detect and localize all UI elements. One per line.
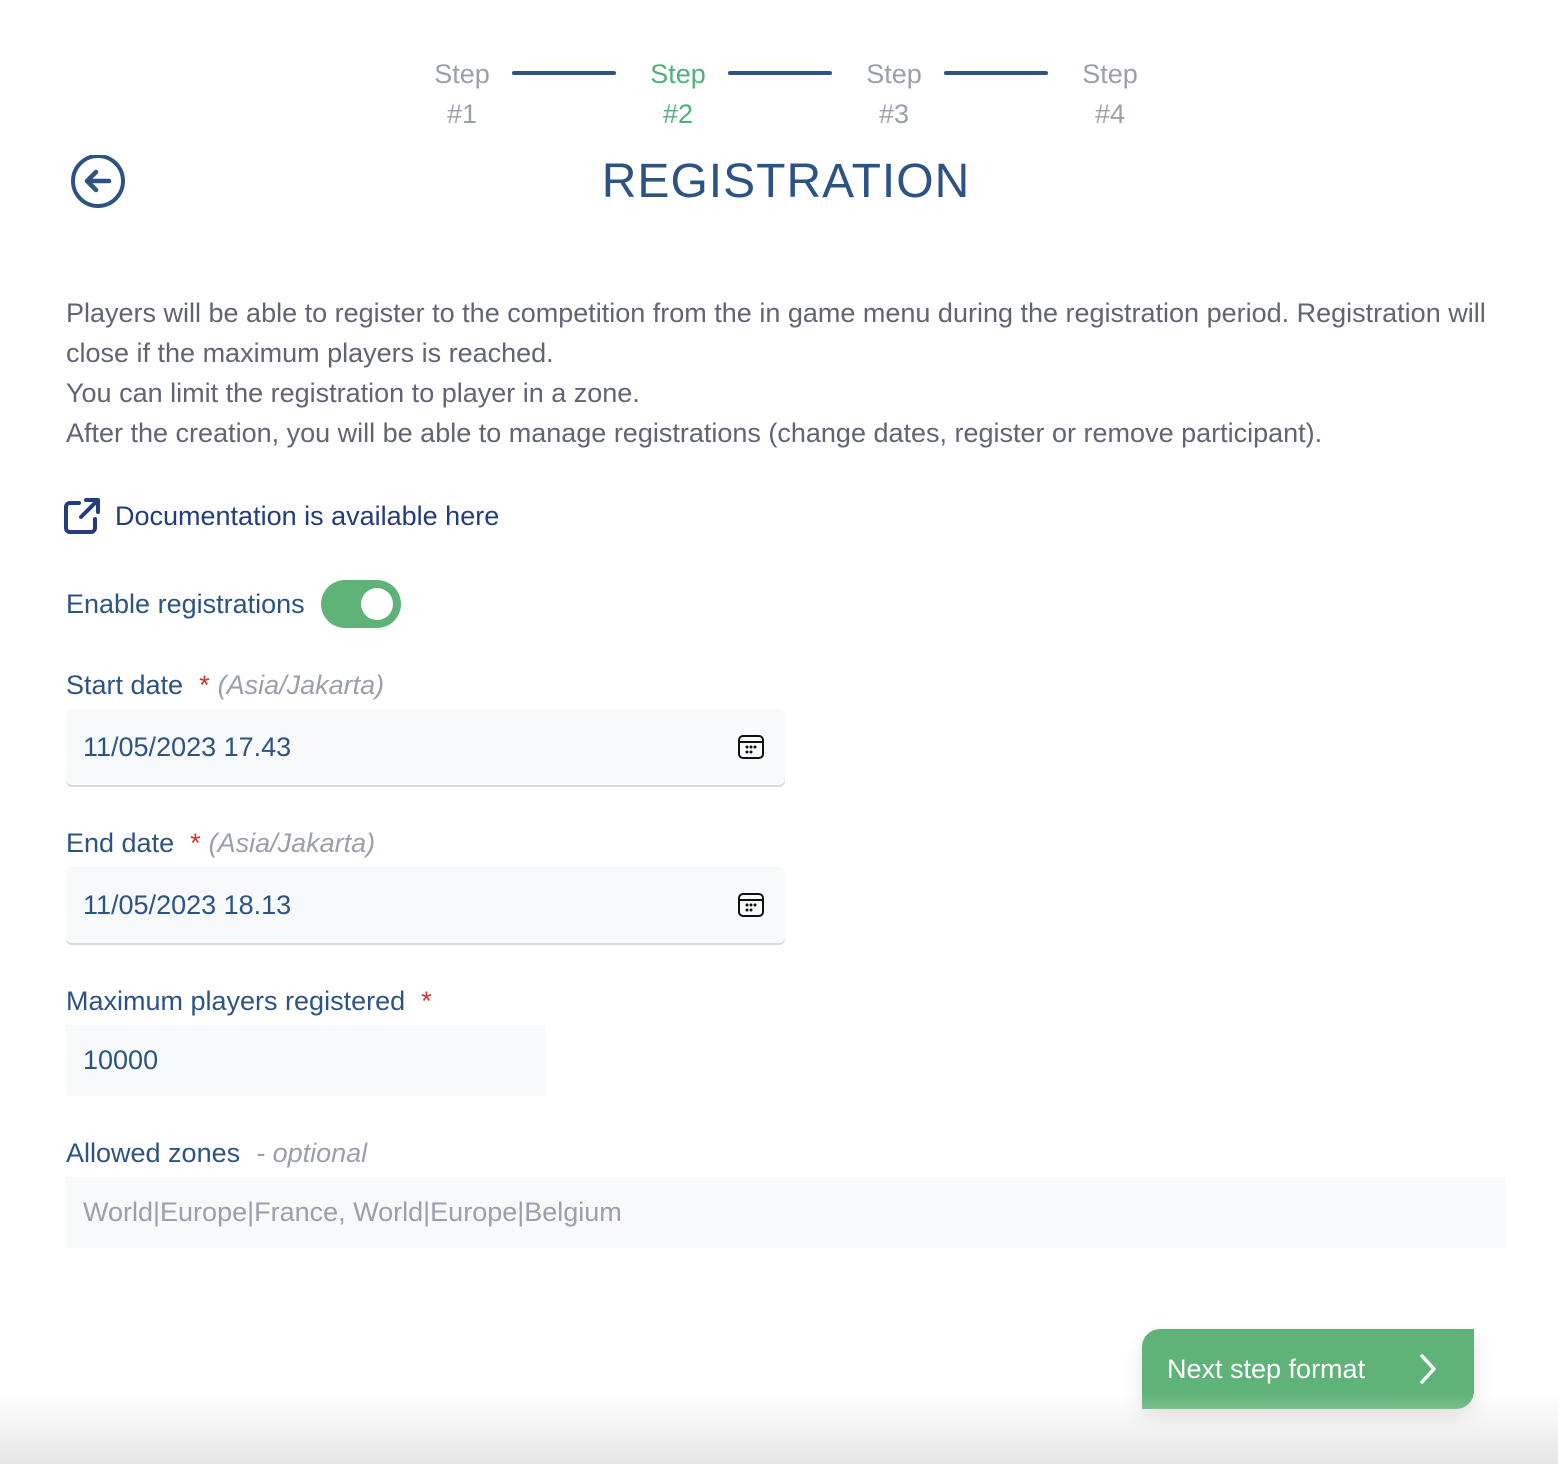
description-line: Players will be able to register to the … [66,298,1486,368]
required-mark: * [199,670,210,700]
step-3[interactable]: Step #3 [844,54,944,134]
max-players-input[interactable]: 10000 [66,1025,546,1096]
step-number: #4 [1094,99,1126,129]
start-date-value: 11/05/2023 17.43 [83,731,292,762]
max-players-label-text: Maximum players registered [66,986,406,1016]
optional-hint: - optional [256,1138,368,1168]
stepper: Step #1 Step #2 Step #3 Step #4 [0,54,1558,134]
allowed-zones-input[interactable]: World|Europe|France, World|Europe|Belgiu… [66,1177,1506,1248]
start-date-label: Start date * (Asia/Jakarta) [66,670,384,701]
step-label: Step [434,59,490,89]
max-players-value: 10000 [83,1045,159,1075]
end-date-value: 11/05/2023 18.13 [83,889,292,920]
step-connector [512,71,616,75]
end-date-label-text: End date [66,828,175,858]
step-number: #2 [662,99,694,129]
step-2[interactable]: Step #2 [628,54,728,134]
documentation-link[interactable]: Documentation is available here [63,497,499,535]
description: Players will be able to register to the … [66,293,1496,453]
step-connector [728,71,832,75]
step-label: Step [650,59,706,89]
allowed-zones-placeholder: World|Europe|France, World|Europe|Belgiu… [83,1197,622,1227]
required-mark: * [421,986,432,1016]
end-date-input[interactable]: 11/05/2023 18.13 [66,867,785,943]
toggle-knob [360,588,393,620]
calendar-icon[interactable] [737,733,765,761]
enable-registrations-label: Enable registrations [66,588,305,619]
end-date-label: End date * (Asia/Jakarta) [66,828,375,859]
external-link-icon [64,498,100,534]
next-step-button[interactable]: Next step format [1142,1329,1474,1409]
required-mark: * [190,828,201,858]
step-1[interactable]: Step #1 [412,54,512,134]
calendar-icon[interactable] [737,891,765,919]
start-date-label-text: Start date [66,670,184,700]
timezone-hint: (Asia/Jakarta) [208,828,376,858]
step-4[interactable]: Step #4 [1060,54,1160,134]
step-number: #1 [446,99,478,129]
allowed-zones-label-text: Allowed zones [66,1138,241,1168]
enable-registrations-toggle[interactable] [320,580,401,628]
step-connector [944,71,1048,75]
description-line: You can limit the registration to player… [66,378,640,408]
enable-registrations-row: Enable registrations [66,580,401,628]
timezone-hint: (Asia/Jakarta) [217,670,385,700]
allowed-zones-label: Allowed zones - optional [66,1138,367,1169]
step-label: Step [1082,59,1138,89]
step-label: Step [866,59,922,89]
next-step-label: Next step format [1167,1353,1366,1384]
max-players-label: Maximum players registered * [66,986,432,1017]
description-line: After the creation, you will be able to … [66,418,1323,448]
step-number: #3 [878,99,910,129]
page-title: REGISTRATION [601,155,971,208]
documentation-link-label: Documentation is available here [115,500,500,531]
start-date-input[interactable]: 11/05/2023 17.43 [66,709,785,785]
chevron-right-icon [1420,1354,1436,1384]
